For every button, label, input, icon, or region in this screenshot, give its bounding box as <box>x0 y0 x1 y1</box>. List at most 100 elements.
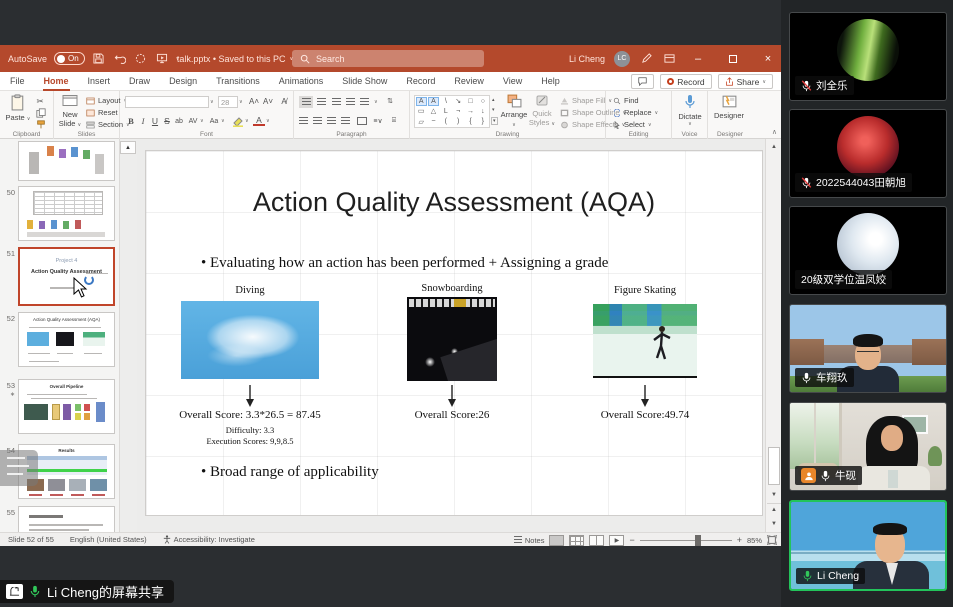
rectangle-shape-icon[interactable]: □ <box>465 97 476 106</box>
shapes-more-icon[interactable]: ▾ <box>491 117 498 125</box>
scroll-down-button[interactable]: ▼ <box>767 488 781 501</box>
align-text-button[interactable]: ≡∨ <box>372 115 384 127</box>
font-name-box[interactable] <box>125 96 209 108</box>
example-label-diving[interactable]: Diving <box>181 285 319 296</box>
cut-icon[interactable]: ✂ <box>34 95 46 107</box>
change-case-chevron-icon[interactable]: ∨ <box>221 118 225 124</box>
parallelogram-shape-icon[interactable]: ▱ <box>416 117 427 126</box>
tab-view[interactable]: View <box>502 74 523 88</box>
font-color-chevron-icon[interactable]: ∨ <box>266 118 270 124</box>
next-slide-button[interactable]: ▼ <box>767 517 781 530</box>
tab-review[interactable]: Review <box>453 74 485 88</box>
record-button[interactable]: Record <box>660 74 711 89</box>
shapes-gallery[interactable]: A A \ ↘ □ ○ ▭ △ L ¬ → ↓ ▱ ~ ( ) { <box>414 95 490 128</box>
new-slide-button[interactable]: New Slide ∨ <box>55 94 85 128</box>
font-name-chevron-icon[interactable]: ∨ <box>210 99 214 105</box>
notes-button[interactable]: Notes <box>514 536 545 545</box>
share-button[interactable]: Share∨ <box>718 74 773 89</box>
score-diving[interactable]: Overall Score: 3.3*26.5 = 87.45 <box>150 409 350 421</box>
columns-icon[interactable] <box>357 117 367 125</box>
line-shape-icon[interactable]: \ <box>440 97 451 106</box>
thumbnails-scroll-up-button[interactable]: ▲ <box>120 141 136 154</box>
thumbnail-slide-50[interactable] <box>18 186 115 241</box>
slide-indicator[interactable]: Slide 52 of 55 <box>8 535 54 544</box>
slide-sorter-view-button[interactable] <box>569 535 584 546</box>
smartart-button[interactable]: ⌸ <box>388 115 400 127</box>
participant-tile[interactable]: 牛砚 <box>789 402 947 491</box>
participant-tile-active-speaker[interactable]: Li Cheng <box>789 500 947 591</box>
character-spacing-button[interactable]: AV <box>187 115 199 127</box>
participant-tile[interactable]: 20级双学位温凤姣 <box>789 206 947 295</box>
undo-icon[interactable] <box>113 52 127 66</box>
language-indicator[interactable]: English (United States) <box>70 535 147 544</box>
document-title[interactable]: talk.pptx • Saved to this PC ∨ <box>170 45 300 72</box>
font-color-button[interactable]: A <box>253 115 265 126</box>
normal-view-button[interactable] <box>549 535 564 546</box>
zoom-percentage[interactable]: 85% <box>747 536 762 545</box>
example-label-snowboarding[interactable]: Snowboarding <box>372 283 532 294</box>
account-name[interactable]: Li Cheng <box>569 54 605 64</box>
tab-home[interactable]: Home <box>43 74 70 88</box>
diving-image[interactable] <box>181 301 319 379</box>
highlight-color-icon[interactable] <box>232 116 244 127</box>
replace-button[interactable]: Replace∨ <box>613 108 658 117</box>
zoom-slider-thumb[interactable] <box>695 535 701 546</box>
tab-design[interactable]: Design <box>168 74 198 88</box>
line-spacing-icon[interactable] <box>360 98 369 106</box>
scrollbar-thumb[interactable] <box>768 447 780 485</box>
pen-icon[interactable] <box>639 52 653 66</box>
brace-right-shape-icon[interactable]: } <box>477 117 488 126</box>
find-button[interactable]: Find <box>613 96 639 105</box>
slide-bullet-2[interactable]: Broad range of applicability <box>201 464 379 481</box>
save-icon[interactable] <box>92 52 106 66</box>
decrease-indent-icon[interactable] <box>332 98 341 106</box>
align-center-icon[interactable] <box>313 117 322 125</box>
slide-title[interactable]: Action Quality Assessment (AQA) <box>146 187 762 218</box>
strikethrough-button[interactable]: S <box>161 115 173 127</box>
ribbon-display-options-icon[interactable] <box>662 52 676 66</box>
editor-vertical-scrollbar[interactable]: ▲ ▼ ▲ ▼ <box>765 139 781 532</box>
accessibility-indicator[interactable]: Accessibility: Investigate <box>163 535 255 544</box>
search-input[interactable] <box>316 54 466 64</box>
arrange-button[interactable]: Arrange ∨ <box>500 94 528 128</box>
reading-view-button[interactable] <box>589 535 604 546</box>
zoom-slider[interactable] <box>640 540 732 541</box>
previous-slide-button[interactable]: ▲ <box>767 503 781 516</box>
bullets-button[interactable] <box>299 96 313 108</box>
triangle-shape-icon[interactable]: △ <box>428 107 439 116</box>
tab-record[interactable]: Record <box>405 74 436 88</box>
arc-shape-icon[interactable]: ( <box>440 117 451 126</box>
italic-button[interactable]: I <box>137 115 149 127</box>
participant-tile[interactable]: 车翔玖 <box>789 304 947 393</box>
copy-icon[interactable] <box>36 108 46 118</box>
elbow-shape-icon[interactable]: L <box>440 107 451 116</box>
quick-styles-button[interactable]: Quick Styles ∨ <box>528 94 556 127</box>
tab-animations[interactable]: Animations <box>278 74 325 88</box>
down-arrow-shape-icon[interactable]: ↓ <box>477 107 488 116</box>
numbering-icon[interactable] <box>317 98 326 106</box>
align-left-icon[interactable] <box>299 117 308 125</box>
format-painter-icon[interactable] <box>36 120 46 130</box>
participant-tile[interactable]: 2022544043田朝旭 <box>789 109 947 198</box>
increase-indent-icon[interactable] <box>346 98 355 106</box>
thumbnail-slide-51-selected[interactable]: Project 4 Action Quality Assessment <box>18 247 115 306</box>
meeting-overlay-widget[interactable] <box>0 450 38 486</box>
arrow-shape-icon[interactable]: ↘ <box>453 97 464 106</box>
paste-button[interactable]: Paste ∨ <box>3 94 33 122</box>
slide-canvas[interactable]: Action Quality Assessment (AQA) Evaluati… <box>145 150 763 516</box>
slideshow-from-start-icon[interactable] <box>155 52 169 66</box>
clear-formatting-icon[interactable]: A̸ <box>278 95 290 107</box>
justify-icon[interactable] <box>341 117 350 125</box>
dictate-button[interactable]: Dictate ∨ <box>675 94 705 127</box>
zoom-out-button[interactable]: − <box>629 535 634 545</box>
slide-bullet-1[interactable]: Evaluating how an action has been perfor… <box>201 255 608 272</box>
bold-button[interactable]: B <box>125 115 137 127</box>
snowboarding-image[interactable] <box>407 297 497 381</box>
zoom-in-button[interactable]: + <box>737 535 742 545</box>
collapse-ribbon-icon[interactable]: ∧ <box>772 128 777 136</box>
increase-font-icon[interactable]: A˄ <box>248 95 260 107</box>
oval-shape-icon[interactable]: ○ <box>477 97 488 106</box>
freeform-shape-icon[interactable]: ~ <box>428 117 439 126</box>
shape-fill-button[interactable]: Shape Fill∨ <box>560 96 612 105</box>
figure-skating-image[interactable] <box>593 304 697 378</box>
